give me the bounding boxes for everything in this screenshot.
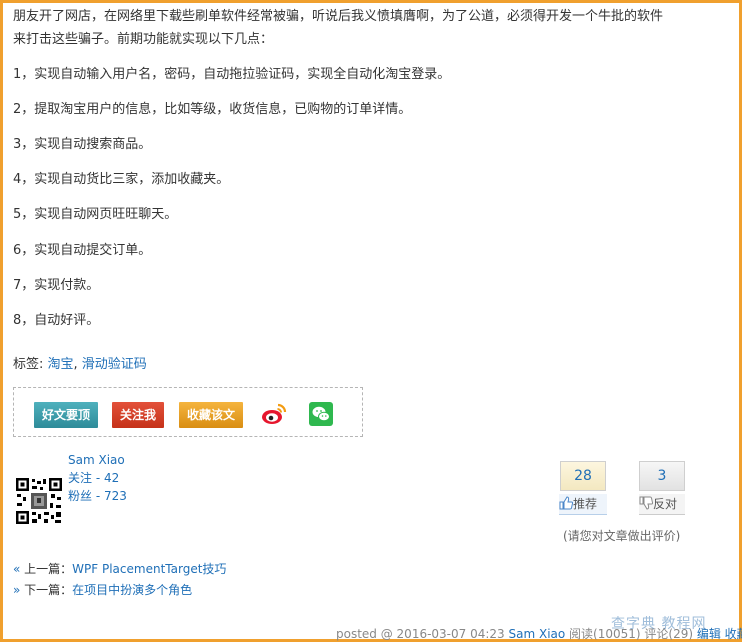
list-item: 5，实现自动网页旺旺聊天。 (13, 207, 178, 222)
next-post-link[interactable]: 在项目中扮演多个角色 (72, 583, 192, 597)
list-item: 3，实现自动搜索商品。 (13, 137, 152, 152)
digg-count[interactable]: 28 (560, 461, 606, 491)
weibo-icon[interactable] (261, 402, 287, 426)
prev-post-link[interactable]: WPF PlacementTarget技巧 (72, 562, 226, 576)
bury-count[interactable]: 3 (639, 461, 685, 491)
recommend-post-button[interactable]: 好文要顶 (34, 402, 98, 428)
author-card: Sam Xiao 关注 - 42 粉丝 - 723 (15, 451, 175, 531)
list-item: 8，自动好评。 (13, 313, 100, 328)
intro-line-2: 来打击这些骗子。前期功能就实现以下几点： (13, 32, 274, 47)
tags-separator: , (73, 357, 82, 372)
vote-hint: (请您对文章做出评价) (563, 529, 681, 543)
digg-button[interactable]: 推荐 (559, 494, 607, 515)
prev-label: 上一篇： (20, 562, 73, 576)
post-tags: 标签: 淘宝, 滑动验证码 (13, 355, 147, 375)
qr-code-icon (15, 477, 63, 525)
thumbs-down-icon (639, 496, 654, 510)
page-frame: 朋友开了网店，在网络里下载些刷单软件经常被骗，听说后我义愤填膺啊，为了公道，必须… (0, 0, 742, 642)
tag-link-taobao[interactable]: 淘宝 (48, 357, 74, 372)
footer-author-link[interactable]: Sam Xiao (509, 627, 566, 641)
prev-post-nav: « 上一篇：WPF PlacementTarget技巧 (13, 560, 226, 578)
author-fans-link[interactable]: 粉丝 - 723 (68, 487, 127, 505)
article-intro: 朋友开了网店，在网络里下载些刷单软件经常被骗，听说后我义愤填膺啊，为了公道，必须… (13, 5, 733, 51)
list-item: 6，实现自动提交订单。 (13, 243, 152, 258)
tag-link-slide-captcha[interactable]: 滑动验证码 (82, 357, 147, 372)
list-item: 1，实现自动输入用户名，密码，自动拖拉验证码，实现全自动化淘宝登录。 (13, 67, 451, 82)
list-item: 7，实现付款。 (13, 278, 100, 293)
intro-line-1: 朋友开了网店，在网络里下载些刷单软件经常被骗，听说后我义愤填膺啊，为了公道，必须… (13, 9, 664, 24)
bury-label: 反对 (653, 497, 678, 511)
next-label: 下一篇： (20, 583, 73, 597)
list-item: 2，提取淘宝用户的信息，比如等级，收货信息，已购物的订单详情。 (13, 102, 412, 117)
share-bar: 好文要顶 关注我 收藏该文 (13, 387, 363, 437)
digg-label: 推荐 (573, 497, 598, 511)
follow-author-button[interactable]: 关注我 (112, 402, 164, 428)
author-following-link[interactable]: 关注 - 42 (68, 469, 119, 487)
tags-label: 标签: (13, 357, 48, 372)
list-item: 4，实现自动货比三家，添加收藏夹。 (13, 172, 230, 187)
favorite-post-button[interactable]: 收藏该文 (179, 402, 243, 428)
bury-button[interactable]: 反对 (639, 494, 685, 515)
thumbs-up-icon (559, 496, 574, 510)
site-watermark: 查字典 教程网 (611, 616, 707, 632)
author-name-link[interactable]: Sam Xiao (68, 451, 125, 469)
next-post-nav: » 下一篇：在项目中扮演多个角色 (13, 581, 192, 599)
wechat-icon[interactable] (309, 402, 333, 426)
posted-date: posted @ 2016-03-07 04:23 (336, 627, 509, 641)
